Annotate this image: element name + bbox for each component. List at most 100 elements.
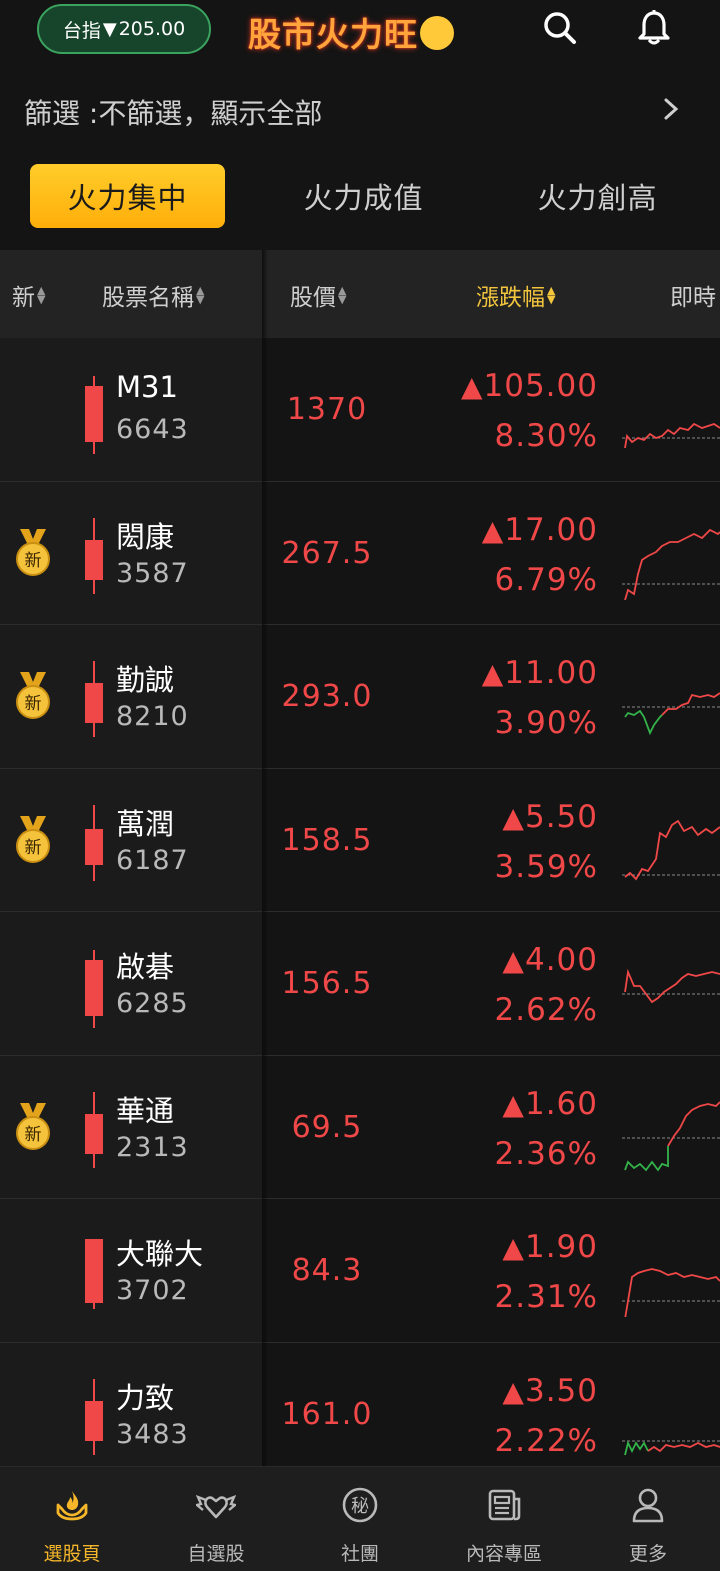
table-row[interactable]: 新 華通 2313 69.5 ▲1.60 2.36% bbox=[0, 1056, 720, 1199]
stock-change-pct: 6.79% bbox=[494, 561, 598, 598]
intraday-sparkline bbox=[622, 1268, 720, 1317]
candlestick-icon bbox=[85, 804, 103, 881]
stock-name: 力致 bbox=[116, 1380, 175, 1415]
table-row[interactable]: 新 閎康 3587 267.5 ▲17.00 6.79% bbox=[0, 482, 720, 625]
stock-change: ▲17.00 bbox=[481, 511, 598, 548]
column-change[interactable]: 漲跌幅 ▲ ▼ bbox=[476, 278, 555, 312]
filter-row[interactable]: 篩選 :不篩選，顯示全部 bbox=[0, 70, 720, 150]
stock-change: ▲11.00 bbox=[481, 655, 598, 691]
sort-icon: ▲ ▼ bbox=[37, 284, 46, 306]
nav-watchlist[interactable]: 自選股 bbox=[144, 1467, 288, 1571]
table-row[interactable]: M31 6643 1370 ▲105.00 8.30% bbox=[0, 338, 720, 482]
table-row[interactable]: 啟碁 6285 156.5 ▲4.00 2.62% bbox=[0, 912, 720, 1056]
table-header: 新 ▲ ▼ 股票名稱 ▲ ▼ 股價 ▲ ▼ 漲跌幅 ▲ ▼ 即時 bbox=[0, 250, 720, 338]
stock-change: ▲5.50 bbox=[502, 798, 598, 835]
stock-change-pct: 2.31% bbox=[494, 1279, 598, 1315]
column-name[interactable]: 股票名稱 ▲ ▼ bbox=[102, 278, 204, 312]
index-down-arrow: ▼ bbox=[102, 18, 117, 40]
stock-change: ▲105.00 bbox=[460, 368, 598, 404]
stock-name: 勤誠 bbox=[116, 663, 175, 697]
stock-change-pct: 2.62% bbox=[494, 992, 598, 1028]
up-triangle-icon: ▲ bbox=[502, 1374, 525, 1408]
chevron-right-icon bbox=[664, 98, 679, 120]
filter-text: 篩選 :不篩選，顯示全部 bbox=[24, 97, 323, 130]
table-row[interactable]: 新 萬潤 6187 158.5 ▲5.50 3.59% bbox=[0, 769, 720, 912]
up-triangle-icon: ▲ bbox=[481, 513, 505, 547]
stock-change-pct: 3.90% bbox=[494, 705, 598, 741]
index-value: 205.00 bbox=[118, 18, 186, 40]
up-triangle-icon: ▲ bbox=[502, 800, 525, 834]
stock-code: 8210 bbox=[116, 701, 189, 732]
search-icon[interactable] bbox=[540, 8, 580, 48]
stock-change-pct: 2.22% bbox=[494, 1422, 598, 1459]
table-row[interactable]: 新 勤誠 8210 293.0 ▲11.00 3.90% bbox=[0, 625, 720, 769]
candlestick-icon bbox=[85, 661, 103, 737]
stock-name: 大聯大 bbox=[116, 1237, 204, 1271]
stock-code: 6643 bbox=[116, 414, 189, 445]
app-header: 台指 ▼ 205.00 股市火力旺 bbox=[0, 0, 720, 62]
nav-label: 選股頁 bbox=[43, 1543, 101, 1565]
column-realtime[interactable]: 即時 bbox=[670, 278, 716, 312]
tab-fire-high[interactable]: 火力創高 bbox=[500, 164, 695, 228]
medal-text: 新 bbox=[25, 838, 42, 858]
stock-list[interactable]: M31 6643 1370 ▲105.00 8.30% 新 閎康 3587 267.5 ▲17… bbox=[0, 338, 720, 1466]
candlestick-icon bbox=[85, 1091, 103, 1168]
intraday-sparkline bbox=[622, 1439, 720, 1455]
column-new-label: 新 bbox=[12, 285, 35, 311]
column-price[interactable]: 股價 ▲ ▼ bbox=[290, 278, 346, 312]
column-new[interactable]: 新 ▲ ▼ bbox=[12, 278, 45, 312]
table-row[interactable]: 大聯大 3702 84.3 ▲1.90 2.31% bbox=[0, 1199, 720, 1343]
tab-bar: 火力集中 火力成值 火力創高 bbox=[0, 160, 720, 232]
nav-label: 自選股 bbox=[187, 1543, 245, 1565]
up-triangle-icon: ▲ bbox=[481, 657, 505, 690]
medal-text: 新 bbox=[25, 1125, 42, 1145]
nav-label: 內容專區 bbox=[465, 1543, 542, 1565]
svg-text:秘: 秘 bbox=[351, 1496, 369, 1517]
fire-hand-icon bbox=[56, 1491, 88, 1521]
stock-code: 6187 bbox=[116, 844, 189, 876]
new-medal-icon: 新 bbox=[16, 1102, 50, 1150]
tab-fire-focus[interactable]: 火力集中 bbox=[30, 164, 225, 228]
stock-name: 華通 bbox=[116, 1093, 175, 1128]
medal-text: 新 bbox=[25, 694, 42, 714]
stock-name: 萬潤 bbox=[116, 806, 175, 841]
sort-icon: ▲ ▼ bbox=[338, 284, 347, 306]
stock-code: 3702 bbox=[116, 1275, 189, 1306]
grin-emoji-icon bbox=[420, 16, 454, 50]
tab-fire-value[interactable]: 火力成值 bbox=[266, 164, 461, 228]
brand-text: 股市火力旺 bbox=[248, 15, 418, 54]
nav-stock-picker[interactable]: 選股頁 bbox=[0, 1467, 144, 1571]
candlestick-icon bbox=[85, 376, 103, 454]
secret-badge-icon: 秘 bbox=[342, 1487, 378, 1523]
column-change-label: 漲跌幅 bbox=[476, 285, 545, 311]
bell-icon[interactable] bbox=[634, 8, 674, 48]
intraday-sparkline bbox=[622, 1100, 720, 1172]
table-row[interactable]: 力致 3483 161.0 ▲3.50 2.22% bbox=[0, 1343, 720, 1467]
winged-heart-icon bbox=[196, 1494, 236, 1519]
intraday-sparkline bbox=[622, 528, 720, 600]
nav-content[interactable]: 內容專區 bbox=[432, 1467, 576, 1571]
stock-price: 69.5 bbox=[291, 1109, 363, 1145]
intraday-sparkline bbox=[622, 692, 720, 736]
column-price-label: 股價 bbox=[290, 285, 336, 311]
stock-price: 156.5 bbox=[281, 966, 373, 1001]
nav-community[interactable]: 秘 社團 bbox=[288, 1467, 432, 1571]
stock-change-pct: 2.36% bbox=[494, 1135, 598, 1172]
stock-price: 158.5 bbox=[281, 822, 373, 858]
candlestick-icon bbox=[85, 517, 103, 594]
up-triangle-icon: ▲ bbox=[502, 944, 525, 977]
intraday-sparkline bbox=[622, 968, 720, 1004]
nav-label: 社團 bbox=[340, 1543, 379, 1565]
stock-price: 84.3 bbox=[291, 1253, 363, 1288]
candlestick-icon bbox=[85, 1378, 103, 1455]
stock-change: ▲4.00 bbox=[502, 942, 598, 978]
stock-price: 267.5 bbox=[281, 535, 373, 571]
stock-name: M31 bbox=[116, 370, 178, 404]
bottom-nav: 選股頁 自選股 秘 社團 內容專區 更多 bbox=[0, 1466, 720, 1571]
frozen-column-shadow bbox=[262, 250, 268, 1466]
nav-more[interactable]: 更多 bbox=[576, 1467, 720, 1571]
index-pill[interactable]: 台指 ▼ 205.00 bbox=[37, 4, 211, 54]
stock-change: ▲1.90 bbox=[502, 1229, 598, 1265]
new-medal-icon: 新 bbox=[16, 528, 50, 576]
stock-code: 3483 bbox=[116, 1418, 189, 1450]
